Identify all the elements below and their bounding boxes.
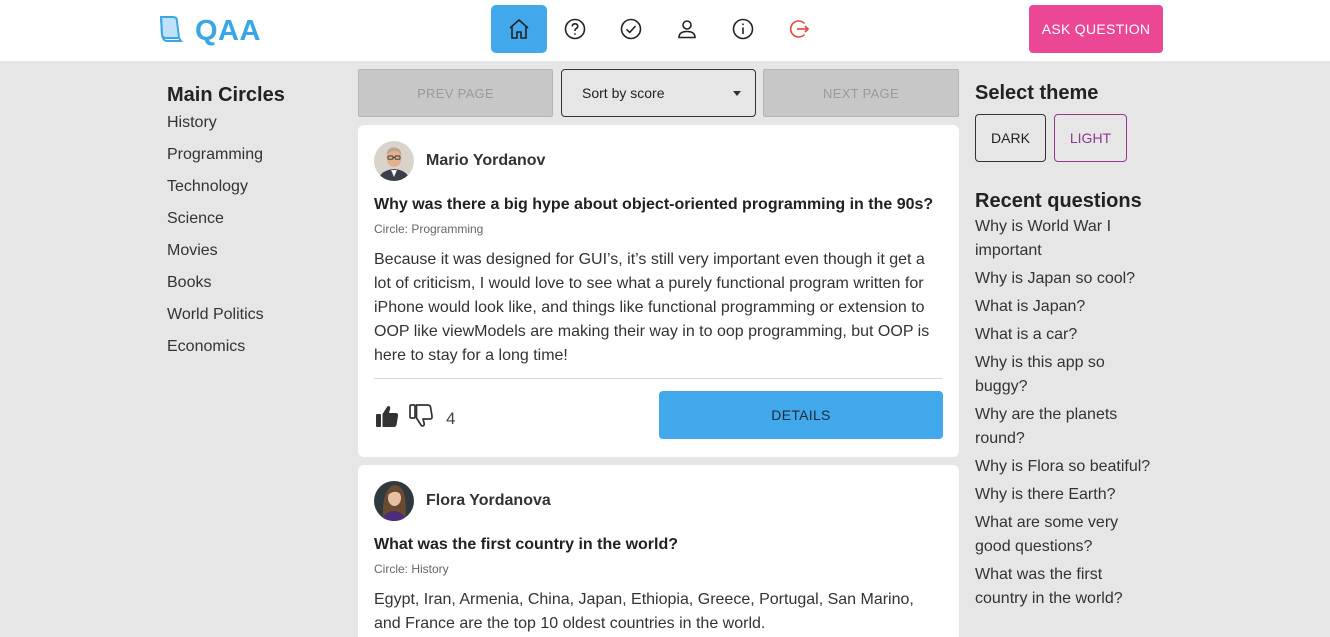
prev-page-button[interactable]: PREV PAGE [358, 69, 553, 117]
logo-text: QAA [195, 15, 261, 47]
thumbs-down-icon [409, 404, 433, 427]
circle-link-science[interactable]: Science [167, 209, 337, 241]
nav-questions[interactable] [547, 5, 603, 53]
circle-link-economics[interactable]: Economics [167, 337, 337, 369]
main-circles-sidebar: Main Circles History Programming Technol… [167, 84, 337, 369]
recent-question-link[interactable]: Why is Japan so cool? [975, 267, 1155, 291]
downvote-button[interactable] [408, 403, 434, 434]
ask-question-button[interactable]: ASK QUESTION [1029, 5, 1163, 53]
circle-link-history[interactable]: History [167, 113, 337, 145]
recent-question-link[interactable]: What was the first country in the world? [975, 563, 1155, 611]
dark-theme-button[interactable]: DARK [975, 114, 1046, 162]
nav-about[interactable] [715, 5, 771, 53]
question-author: Flora Yordanova [374, 481, 943, 521]
recent-question-link[interactable]: Why is World War I important [975, 215, 1155, 263]
recent-question-link[interactable]: What are some very good questions? [975, 511, 1155, 559]
details-button[interactable]: DETAILS [659, 391, 943, 439]
question-card: Flora Yordanova What was the first count… [358, 465, 959, 637]
nav-answered[interactable] [603, 5, 659, 53]
avatar[interactable] [374, 481, 414, 521]
theme-title: Select theme [975, 82, 1099, 104]
question-card: Mario Yordanov Why was there a big hype … [358, 125, 959, 457]
sort-select-value: Sort by score [582, 85, 665, 101]
vote-score: 4 [446, 408, 456, 428]
circle-link-technology[interactable]: Technology [167, 177, 337, 209]
nav-home[interactable] [491, 5, 547, 53]
recent-question-link[interactable]: Why is Flora so beatiful? [975, 455, 1155, 479]
upvote-button[interactable] [374, 403, 400, 434]
circle-link-programming[interactable]: Programming [167, 145, 337, 177]
recent-question-link[interactable]: Why is this app so buggy? [975, 351, 1155, 399]
recent-question-link[interactable]: Why are the planets round? [975, 403, 1155, 451]
recent-question-link[interactable]: What is a car? [975, 323, 1155, 347]
question-title[interactable]: What was the first country in the world? [374, 535, 943, 555]
circle-link-books[interactable]: Books [167, 273, 337, 305]
question-title[interactable]: Why was there a big hype about object-or… [374, 195, 943, 215]
pager: PREV PAGE Sort by score NEXT PAGE [358, 69, 959, 117]
main-circles-title: Main Circles [167, 84, 285, 106]
right-sidebar: Select theme DARK LIGHT Recent questions… [975, 80, 1165, 615]
sort-select[interactable]: Sort by score [561, 69, 756, 117]
circle-link-movies[interactable]: Movies [167, 241, 337, 273]
logo[interactable]: QAA [157, 14, 261, 49]
question-icon [564, 18, 586, 40]
question-circle: Circle: History [374, 562, 449, 576]
question-circle: Circle: Programming [374, 222, 484, 236]
circle-link-world-politics[interactable]: World Politics [167, 305, 337, 337]
book-icon [157, 14, 187, 49]
check-icon [620, 18, 642, 40]
question-body: Because it was designed for GUI’s, it’s … [374, 251, 930, 364]
recent-questions-title: Recent questions [975, 190, 1142, 212]
question-author: Mario Yordanov [374, 141, 943, 181]
thumbs-up-icon [376, 405, 399, 427]
question-body: Egypt, Iran, Armenia, China, Japan, Ethi… [374, 591, 914, 632]
light-theme-button[interactable]: LIGHT [1054, 114, 1127, 162]
top-bar: QAA ASK QUESTION [0, 0, 1330, 61]
nav-profile[interactable] [659, 5, 715, 53]
author-name[interactable]: Mario Yordanov [426, 152, 545, 170]
nav-logout[interactable] [771, 5, 827, 53]
card-footer: 4 DETAILS [374, 379, 943, 449]
user-icon [678, 20, 696, 39]
logout-icon [789, 20, 810, 38]
next-page-button[interactable]: NEXT PAGE [763, 69, 959, 117]
recent-question-link[interactable]: Why is there Earth? [975, 483, 1155, 507]
caret-down-icon [733, 90, 741, 96]
recent-question-link[interactable]: What is Japan? [975, 295, 1155, 319]
author-name[interactable]: Flora Yordanova [426, 492, 551, 510]
recent-questions-list: Why is World War I important Why is Japa… [975, 215, 1165, 611]
avatar[interactable] [374, 141, 414, 181]
vote-controls: 4 [374, 403, 455, 434]
theme-selector: DARK LIGHT [975, 114, 1165, 162]
home-icon [509, 19, 529, 39]
main-nav [491, 5, 827, 53]
info-icon [732, 18, 754, 40]
